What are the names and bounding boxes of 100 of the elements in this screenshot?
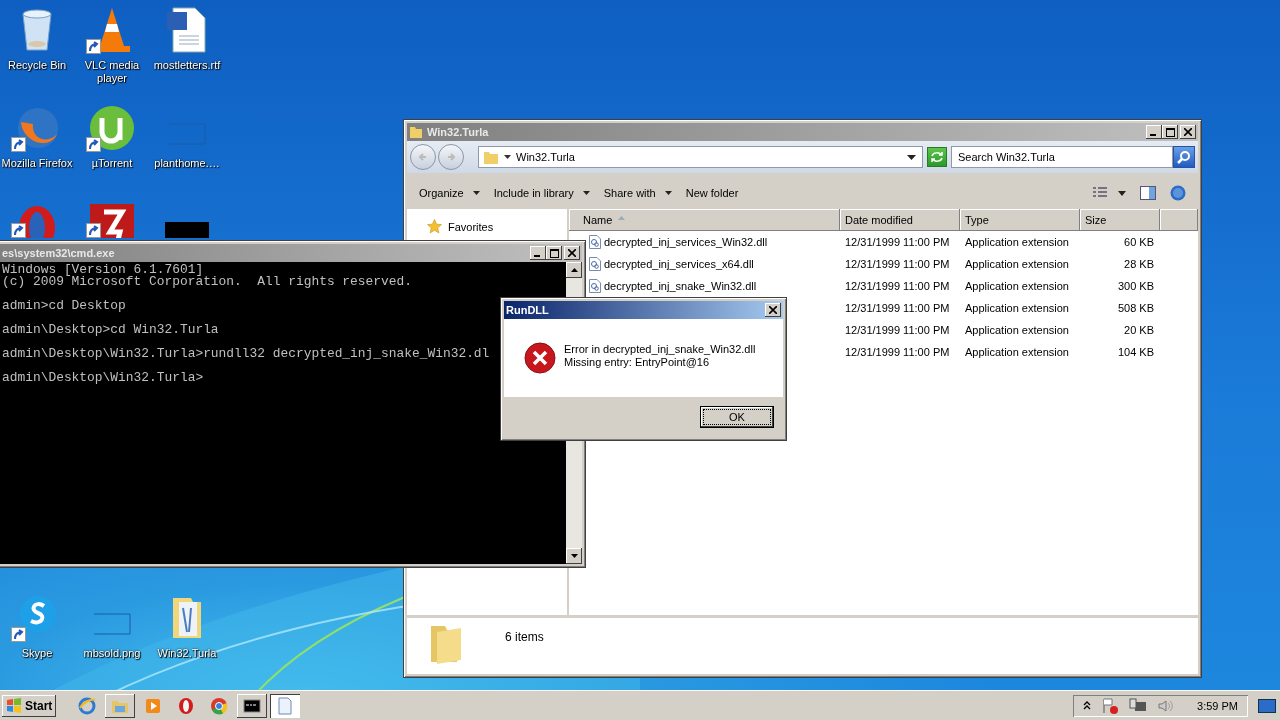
console-line: (c) 2009 Microsoft Corporation. All rights reserved.	[2, 276, 412, 288]
scroll-up-button[interactable]	[566, 262, 582, 278]
help-icon[interactable]	[1170, 185, 1186, 201]
date-cell: 12/31/1999 11:00 PM	[845, 236, 950, 248]
refresh-button[interactable]	[927, 147, 947, 167]
date-cell: 12/31/1999 11:00 PM	[845, 346, 950, 358]
refresh-icon	[930, 151, 944, 163]
up-arrow-icon	[570, 268, 578, 272]
icon-label: Mozilla Firefox	[1, 157, 73, 170]
toolbar-button[interactable]: Share with	[597, 184, 678, 202]
console-line: admin>cd Desktop	[2, 300, 126, 312]
close-button[interactable]	[765, 303, 781, 317]
browser-icon	[78, 696, 97, 715]
forward-arrow-icon	[446, 152, 456, 162]
size-cell: 20 KB	[1124, 324, 1154, 336]
scroll-down-button[interactable]	[566, 548, 582, 564]
console-line: Windows [Version 6.1.7601]	[2, 264, 204, 276]
back-arrow-icon	[418, 152, 428, 162]
console-line: admin\Desktop>cd Win32.Turla	[2, 324, 219, 336]
caret-icon[interactable]	[504, 154, 511, 160]
type-cell: Application extension	[965, 236, 1069, 248]
show-desktop-icon[interactable]	[1258, 698, 1276, 713]
date-cell: 12/31/1999 11:00 PM	[845, 302, 950, 314]
start-button[interactable]: Start	[2, 694, 57, 717]
address-path[interactable]: Win32.Turla	[516, 151, 575, 163]
size-cell: 300 KB	[1117, 280, 1154, 292]
icon-label: planthome.…	[154, 157, 220, 170]
search-icon	[1177, 150, 1191, 164]
icon-label: mostletters.rtf	[153, 59, 221, 72]
star-icon	[427, 219, 442, 234]
error-message: Missing entry: EntryPoint@16	[564, 356, 711, 369]
type-cell: Application extension	[965, 324, 1069, 336]
size-cell: 60 KB	[1124, 236, 1154, 248]
toolbar-button[interactable]: New folder	[679, 184, 745, 202]
maximize-icon	[549, 248, 559, 258]
file-icon	[589, 279, 601, 293]
down-arrow-icon	[570, 554, 578, 558]
icon-label: Recycle Bin	[7, 59, 67, 72]
size-cell: 28 KB	[1124, 258, 1154, 270]
taskbar-button[interactable]	[105, 693, 136, 718]
column-header[interactable]: Name	[569, 209, 840, 231]
caret-icon	[472, 191, 480, 195]
toolbar-button[interactable]: Organize	[413, 184, 486, 202]
window-title: es\system32\cmd.exe	[2, 247, 115, 259]
caret-icon[interactable]	[1118, 190, 1126, 196]
icon-label: Skype	[21, 647, 53, 660]
column-header[interactable]: Date modified	[840, 209, 960, 231]
type-cell: Application extension	[965, 346, 1069, 358]
column-header[interactable]: Size	[1080, 209, 1160, 231]
type-cell: Application extension	[965, 280, 1069, 292]
network-icon[interactable]	[1129, 697, 1148, 714]
size-cell: 508 KB	[1117, 302, 1154, 314]
close-icon	[1184, 128, 1192, 136]
file-icon	[589, 235, 601, 249]
caret-icon	[664, 191, 672, 195]
address-bar[interactable]: Win32.Turla	[478, 146, 923, 168]
chrome-icon	[210, 696, 229, 715]
sort-arrow-icon	[618, 216, 626, 220]
type-cell: Application extension	[965, 258, 1069, 270]
preview-pane-icon[interactable]	[1140, 186, 1156, 200]
dropdown-caret-icon[interactable]	[907, 154, 916, 160]
taskbar-button[interactable]	[237, 693, 268, 718]
opera-icon	[177, 696, 196, 715]
icon-label: mbsold.png	[83, 647, 141, 660]
windows-logo-icon	[6, 697, 22, 714]
file-name[interactable]: decrypted_inj_services_Win32.dll	[604, 236, 768, 248]
clock[interactable]: 3:59 PM	[1197, 699, 1238, 712]
view-list-icon[interactable]	[1092, 186, 1108, 200]
folder-icon	[483, 149, 499, 165]
sidebar-item[interactable]: Favorites	[407, 219, 567, 234]
type-cell: Application extension	[965, 302, 1069, 314]
taskbar-button[interactable]	[270, 693, 301, 718]
close-icon	[568, 249, 576, 257]
item-count: 6 items	[505, 630, 544, 644]
search-button[interactable]	[1173, 146, 1195, 168]
caret-icon	[582, 191, 590, 195]
size-cell: 104 KB	[1117, 346, 1154, 358]
file-name[interactable]: decrypted_inj_snake_Win32.dll	[604, 280, 757, 292]
chevron-icon[interactable]	[1083, 701, 1092, 710]
toolbar-button[interactable]: Include in library	[487, 184, 596, 202]
console-icon	[243, 696, 262, 715]
date-cell: 12/31/1999 11:00 PM	[845, 280, 950, 292]
file-icon	[589, 257, 601, 271]
torrent-icon[interactable]	[88, 104, 136, 152]
icon-label: µTorrent	[91, 157, 133, 170]
date-cell: 12/31/1999 11:00 PM	[845, 258, 950, 270]
date-cell: 12/31/1999 11:00 PM	[845, 324, 950, 336]
window-title: Win32.Turla	[427, 126, 489, 138]
icon-label: Win32.Turla	[157, 647, 217, 660]
icon-label: VLC media player	[83, 59, 141, 85]
error-message: Error in decrypted_inj_snake_Win32.dll	[564, 343, 756, 356]
folder-icon	[409, 125, 423, 139]
ok-button[interactable]: OK	[700, 406, 774, 428]
column-header[interactable]: Type	[960, 209, 1080, 231]
console-line: admin\Desktop\Win32.Turla>	[2, 372, 204, 384]
file-name[interactable]: decrypted_inj_services_x64.dll	[604, 258, 754, 270]
flag-icon[interactable]	[1101, 697, 1120, 714]
dialog-title: RunDLL	[506, 304, 549, 316]
play-icon	[144, 696, 163, 715]
search-field[interactable]: Search Win32.Turla	[951, 146, 1173, 168]
